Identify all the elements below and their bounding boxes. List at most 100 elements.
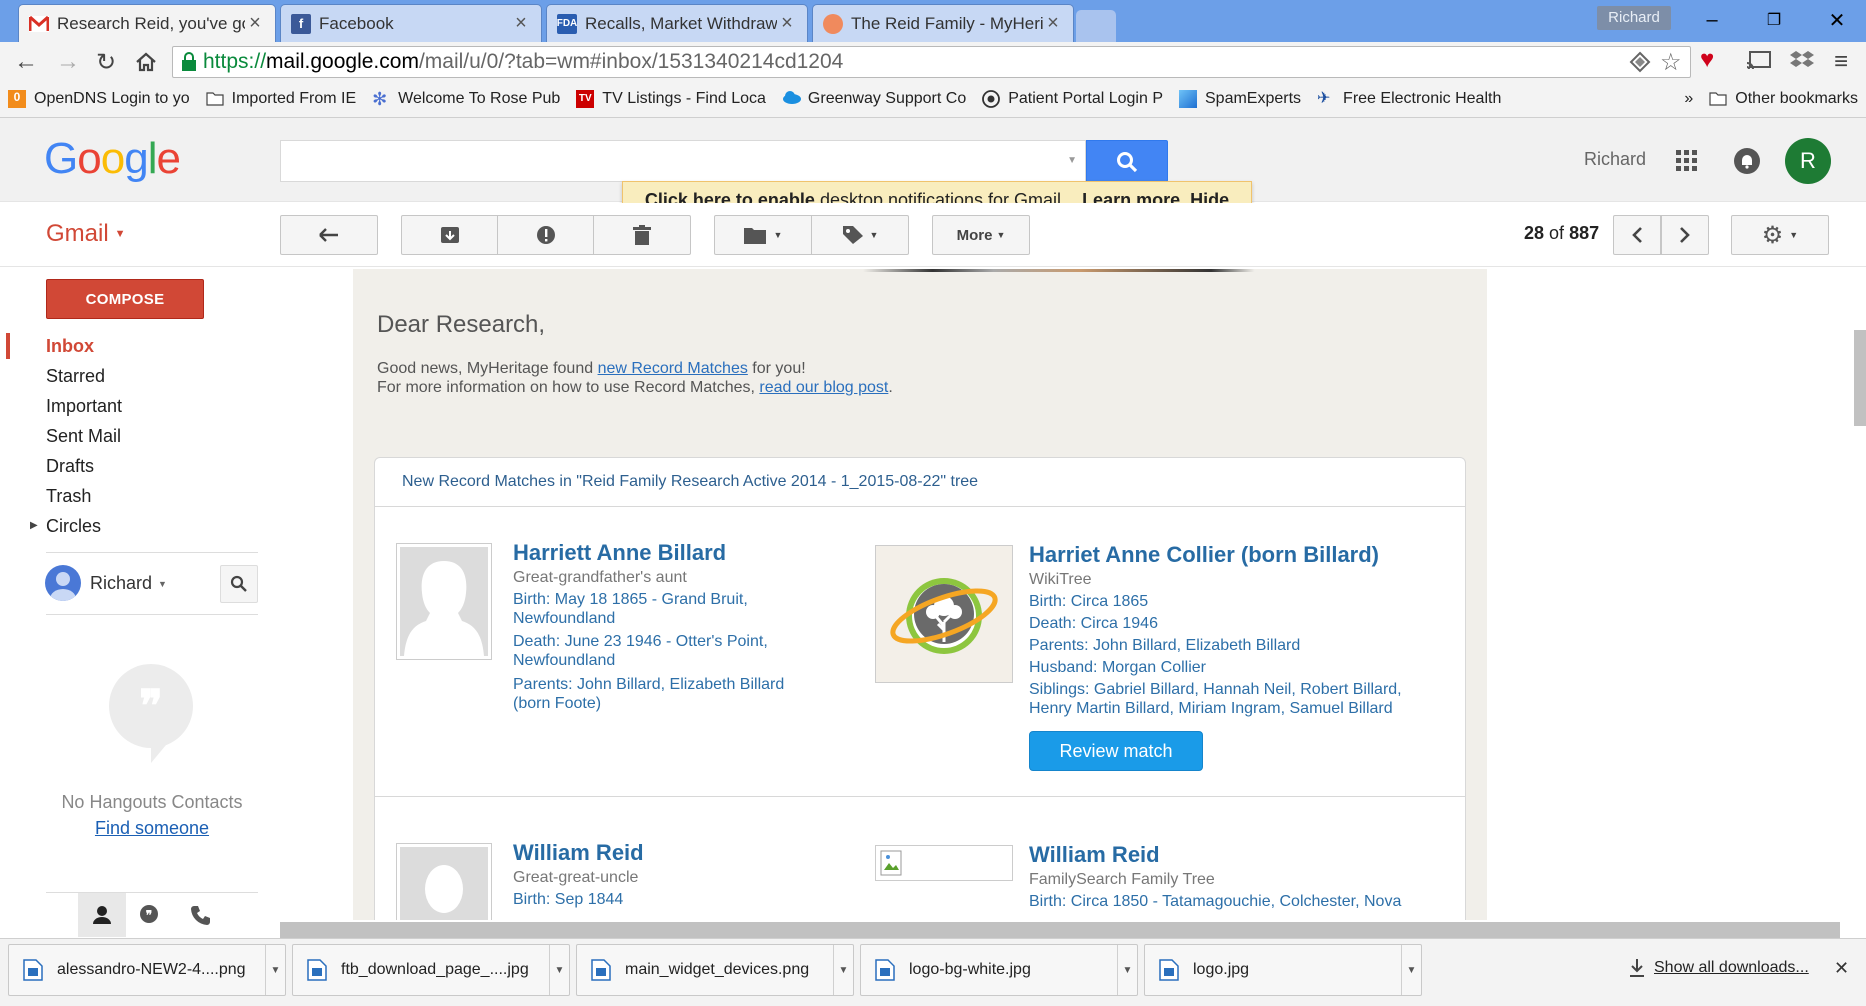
tab-fda[interactable]: FDA Recalls, Market Withdraw × [546, 4, 808, 42]
more-button[interactable]: More ▼ [932, 215, 1030, 255]
archive-button[interactable] [401, 215, 498, 255]
find-someone-link[interactable]: Find someone [46, 818, 258, 839]
close-tab-icon[interactable]: × [245, 12, 265, 35]
search-options-icon[interactable]: ▼ [1067, 155, 1077, 166]
match2-right-name[interactable]: William Reid [1029, 842, 1160, 868]
newer-button[interactable] [1613, 215, 1661, 255]
horizontal-scrollbar[interactable] [280, 922, 1840, 938]
avatar[interactable]: R [1785, 138, 1831, 184]
labels-button[interactable]: ▼ [811, 215, 909, 255]
chevron-down-icon[interactable]: ▼ [1117, 945, 1137, 995]
tab-myheritage[interactable]: The Reid Family - MyHerit × [812, 4, 1074, 42]
forward-icon[interactable]: → [52, 46, 84, 78]
report-spam-button[interactable] [497, 215, 594, 255]
bookmark-electronic-health[interactable]: ✈ Free Electronic Health [1309, 84, 1509, 114]
search-input[interactable]: ▼ [280, 140, 1086, 182]
google-logo[interactable]: Google [44, 134, 181, 184]
gmail-app-switcher[interactable]: Gmail ▼ [46, 220, 126, 248]
bookmark-rose-pub[interactable]: ✻ Welcome To Rose Pub [364, 84, 568, 114]
bookmark-opendns[interactable]: 0 OpenDNS Login to yo [0, 84, 198, 114]
contacts-tab[interactable] [78, 893, 126, 937]
hangouts-user-avatar[interactable] [45, 565, 81, 601]
download-item[interactable]: logo-bg-white.jpg ▼ [860, 944, 1138, 996]
close-tab-icon[interactable]: × [511, 12, 531, 35]
sidebar-item-sent-mail[interactable]: Sent Mail [46, 422, 121, 450]
browser-profile-button[interactable]: Richard [1597, 6, 1671, 30]
sidebar-item-important[interactable]: Important [46, 392, 122, 420]
sidebar-item-starred[interactable]: Starred [46, 362, 105, 390]
svg-text:❞: ❞ [139, 682, 163, 731]
person-photo-placeholder [396, 543, 492, 660]
phone-tab[interactable] [190, 904, 212, 926]
review-match-button[interactable]: Review match [1029, 731, 1203, 771]
new-tab-button[interactable] [1076, 10, 1116, 42]
bookmark-imported-from-ie[interactable]: Imported From IE [198, 84, 364, 114]
restore-icon[interactable]: ❐ [1747, 4, 1801, 36]
sidebar-item-trash[interactable]: Trash [46, 482, 91, 510]
chevron-down-icon[interactable]: ▼ [549, 945, 569, 995]
sidebar-item-inbox[interactable]: Inbox [46, 332, 94, 360]
reload-icon[interactable]: ↻ [90, 46, 122, 78]
chevron-down-icon[interactable]: ▼ [1401, 945, 1421, 995]
download-item[interactable]: logo.jpg ▼ [1144, 944, 1422, 996]
heart-extension-icon[interactable]: ♥ [1700, 46, 1714, 74]
match1-right-parents: Parents: John Billard, Elizabeth Billard [1029, 637, 1301, 654]
tv-icon: TV [576, 89, 595, 108]
chevron-down-icon[interactable]: ▼ [265, 945, 285, 995]
hangouts-search-button[interactable] [220, 565, 258, 603]
minimize-icon[interactable]: – [1685, 4, 1739, 36]
address-bar[interactable]: https://mail.google.com/mail/u/0/?tab=wm… [172, 46, 1691, 78]
apps-grid-icon[interactable] [1676, 150, 1698, 172]
conversations-tab[interactable]: ❞ [138, 904, 160, 926]
extension-diamond-icon[interactable] [1628, 50, 1652, 74]
close-tab-icon[interactable]: × [1043, 12, 1063, 35]
match2-left-name[interactable]: William Reid [513, 840, 644, 866]
expand-arrow-icon[interactable]: ▶ [30, 520, 38, 531]
menu-icon[interactable]: ≡ [1834, 48, 1848, 76]
bookmark-label: TV Listings - Find Loca [602, 89, 766, 107]
email-body: Dear Research, Good news, MyHeritage fou… [353, 269, 1487, 920]
back-to-inbox-button[interactable] [280, 215, 378, 255]
chevron-down-icon[interactable]: ▼ [833, 945, 853, 995]
show-all-downloads[interactable]: Show all downloads... [1628, 958, 1809, 978]
delete-button[interactable] [593, 215, 691, 255]
match1-left-name[interactable]: Harriett Anne Billard [513, 540, 726, 566]
close-window-icon[interactable]: ✕ [1810, 4, 1864, 36]
other-bookmarks[interactable]: Other bookmarks [1701, 84, 1866, 114]
vertical-scrollbar-thumb[interactable] [1854, 330, 1866, 426]
search-button[interactable] [1086, 140, 1168, 182]
account-name[interactable]: Richard [1584, 149, 1646, 170]
bookmark-greenway[interactable]: Greenway Support Co [774, 84, 974, 114]
record-matches-link[interactable]: new Record Matches [598, 360, 748, 377]
home-icon[interactable] [130, 46, 162, 78]
bookmark-tv-listings[interactable]: TV TV Listings - Find Loca [568, 84, 774, 114]
email-intro-line2: For more information on how to use Recor… [377, 379, 893, 397]
close-tab-icon[interactable]: × [777, 12, 797, 35]
dropbox-icon[interactable] [1790, 50, 1814, 72]
hangouts-user-menu[interactable]: Richard ▼ [90, 573, 167, 594]
settings-button[interactable]: ⚙ ▼ [1731, 215, 1829, 255]
sidebar-item-circles[interactable]: Circles [46, 512, 101, 540]
notifications-bell-icon[interactable] [1734, 148, 1760, 174]
compose-button[interactable]: COMPOSE [46, 279, 204, 319]
older-button[interactable] [1661, 215, 1709, 255]
tab-gmail[interactable]: Research Reid, you've got × [18, 4, 276, 42]
bookmark-patient-portal[interactable]: Patient Portal Login P [974, 84, 1171, 114]
download-item[interactable]: ftb_download_page_....jpg ▼ [292, 944, 570, 996]
close-downloads-icon[interactable]: ✕ [1834, 958, 1849, 979]
back-icon[interactable]: ← [10, 46, 42, 78]
sidebar-item-drafts[interactable]: Drafts [46, 452, 94, 480]
tab-title: The Reid Family - MyHerit [851, 13, 1043, 33]
blog-post-link[interactable]: read our blog post [759, 379, 888, 396]
move-to-button[interactable]: ▼ [714, 215, 812, 255]
tab-facebook[interactable]: f Facebook × [280, 4, 542, 42]
download-item[interactable]: main_widget_devices.png ▼ [576, 944, 854, 996]
download-item[interactable]: alessandro-NEW2-4....png ▼ [8, 944, 286, 996]
bookmark-star-icon[interactable]: ☆ [1660, 48, 1682, 77]
match1-right-name[interactable]: Harriet Anne Collier (born Billard) [1029, 542, 1379, 568]
person-photo-placeholder [396, 843, 492, 920]
bookmark-spamexperts[interactable]: SpamExperts [1171, 84, 1309, 114]
cast-icon[interactable] [1746, 50, 1772, 72]
bookmarks-overflow-button[interactable]: » [1676, 84, 1701, 114]
label-tag-icon [842, 226, 863, 244]
